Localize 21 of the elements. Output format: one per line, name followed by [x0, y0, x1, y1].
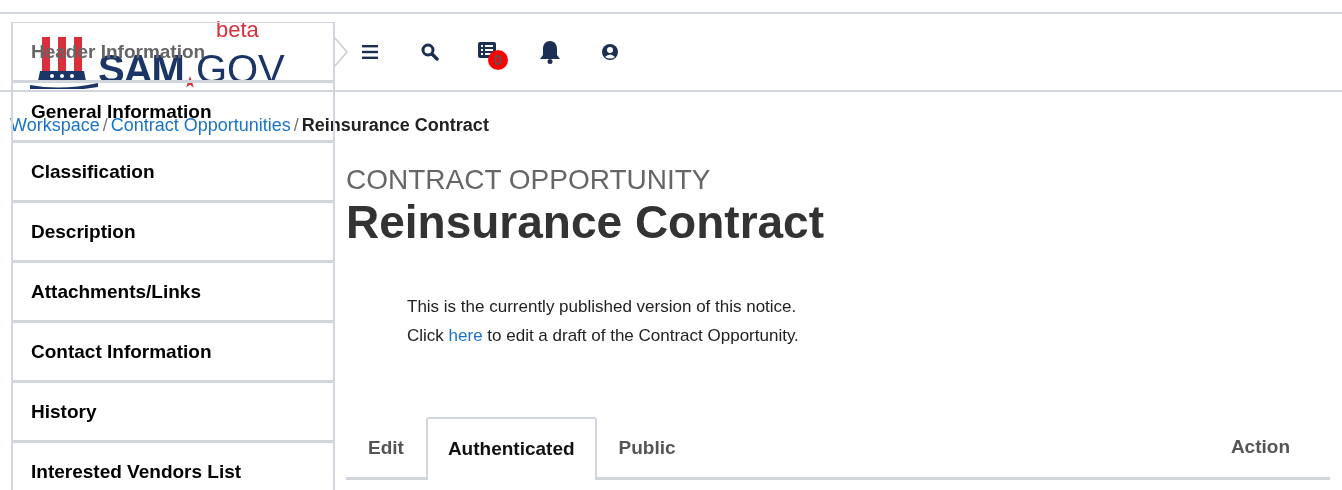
beta-label: beta [216, 19, 259, 41]
edit-draft-link[interactable]: here [448, 326, 483, 345]
sidebar-item[interactable]: History [31, 400, 97, 423]
notice-text: This is the currently published version of this notice. [407, 296, 797, 318]
breadcrumb-current: Reinsurance Contract [301, 115, 489, 135]
page-eyebrow: CONTRACT OPPORTUNITY [346, 164, 712, 196]
notice-text: Click here to edit a draft of the Contract Opportunity. [407, 325, 799, 347]
action-button[interactable]: Action [1230, 432, 1290, 461]
tab[interactable]: Authenticated [425, 417, 597, 480]
sidebar-item[interactable]: Classification [31, 160, 155, 183]
bell-icon[interactable] [538, 39, 562, 65]
list-icon[interactable] [478, 42, 496, 58]
breadcrumb-separator: / [102, 115, 108, 135]
page-title: Reinsurance Contract [346, 196, 825, 248]
chevron-icon [334, 37, 348, 67]
notification-count: 0 [488, 50, 508, 70]
breadcrumb-separator: / [293, 115, 299, 135]
sidebar-item[interactable]: Description [31, 220, 136, 243]
sidebar-item[interactable]: Attachments/Links [31, 280, 201, 303]
tab[interactable]: Public [596, 416, 698, 477]
tab[interactable]: Edit [346, 416, 426, 477]
